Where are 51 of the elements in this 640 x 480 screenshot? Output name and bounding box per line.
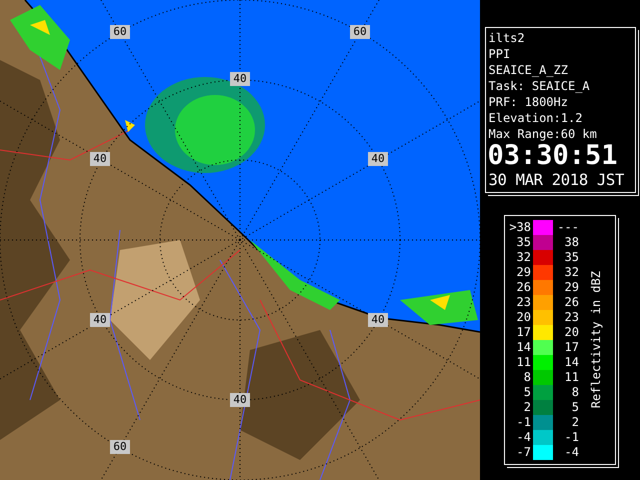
range-label: 40 — [230, 393, 250, 407]
range-label: 60 — [110, 25, 130, 39]
range-label: 40 — [90, 313, 110, 327]
info-line: PPI — [488, 46, 512, 62]
legend-value: 26 — [564, 295, 579, 310]
legend-value: 35 — [564, 250, 579, 265]
legend-value: -4 — [564, 445, 579, 460]
info-line: Task: SEAICE_A — [488, 78, 591, 94]
legend-value: 20 — [516, 310, 531, 325]
legend-value: 23 — [516, 295, 531, 310]
legend-value: 20 — [564, 325, 579, 340]
range-label: 40 — [90, 152, 110, 166]
legend-value: 38 — [564, 235, 579, 250]
legend-value: -4 — [516, 430, 531, 445]
legend-value: 8 — [570, 385, 579, 400]
info-line: Max Range:60 km — [488, 126, 598, 142]
legend-value: 17 — [564, 340, 579, 355]
legend-value: 5 — [570, 400, 579, 415]
legend-value: 29 — [564, 280, 579, 295]
legend-value: 11 — [516, 355, 531, 370]
legend-value: 23 — [564, 310, 579, 325]
legend-value: --- — [556, 220, 579, 235]
legend-value: -1 — [564, 430, 579, 445]
legend-value: 32 — [564, 265, 579, 280]
legend-value: 2 — [570, 415, 579, 430]
legend-value: 2 — [522, 400, 531, 415]
legend-value: 8 — [522, 370, 531, 385]
legend-value: 14 — [564, 355, 579, 370]
range-label: 40 — [230, 72, 250, 86]
range-label: 60 — [350, 25, 370, 39]
legend-value: -7 — [516, 445, 531, 460]
legend-value: 14 — [516, 340, 531, 355]
range-label: 40 — [368, 313, 388, 327]
scan-date: 30 MAR 2018 JST — [488, 170, 625, 190]
legend-value: 17 — [516, 325, 531, 340]
info-line: PRF: 1800Hz — [488, 94, 569, 110]
info-line: Elevation:1.2 — [488, 110, 584, 126]
info-line: SEAICE_A_ZZ — [488, 62, 569, 78]
range-label: 60 — [110, 440, 130, 454]
legend-value: 32 — [516, 250, 531, 265]
legend-value: 26 — [516, 280, 531, 295]
range-label: 40 — [368, 152, 388, 166]
legend-value: -1 — [516, 415, 531, 430]
scan-time: 03:30:51 — [488, 142, 619, 170]
legend-value: 29 — [516, 265, 531, 280]
legend-title: Reflectivity in dBZ — [589, 271, 603, 409]
legend-value: >38 — [508, 220, 531, 235]
legend-value: 11 — [564, 370, 579, 385]
legend-value: 5 — [522, 385, 531, 400]
legend-value: 35 — [516, 235, 531, 250]
info-line: ilts2 — [488, 30, 526, 46]
